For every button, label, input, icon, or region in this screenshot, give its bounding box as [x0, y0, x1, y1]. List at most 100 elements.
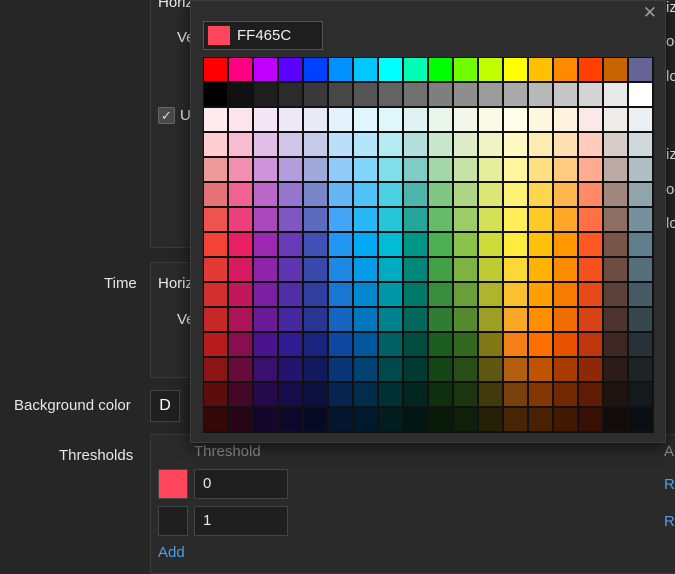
color-swatch[interactable] — [329, 58, 352, 81]
color-swatch[interactable] — [504, 408, 527, 431]
color-swatch[interactable] — [254, 58, 277, 81]
color-swatch[interactable] — [229, 83, 252, 106]
color-swatch[interactable] — [529, 208, 552, 231]
color-swatch[interactable] — [404, 383, 427, 406]
color-swatch[interactable] — [529, 258, 552, 281]
threshold-remove-link[interactable]: R — [664, 513, 675, 530]
color-swatch[interactable] — [379, 83, 402, 106]
color-swatch[interactable] — [454, 333, 477, 356]
color-swatch[interactable] — [354, 333, 377, 356]
color-swatch[interactable] — [329, 308, 352, 331]
color-swatch[interactable] — [579, 308, 602, 331]
color-swatch[interactable] — [504, 283, 527, 306]
color-swatch[interactable] — [229, 108, 252, 131]
color-swatch[interactable] — [379, 158, 402, 181]
color-swatch[interactable] — [254, 408, 277, 431]
threshold-color-swatch[interactable] — [158, 469, 188, 499]
color-swatch[interactable] — [329, 408, 352, 431]
color-swatch[interactable] — [354, 383, 377, 406]
color-swatch[interactable] — [279, 358, 302, 381]
color-swatch[interactable] — [554, 183, 577, 206]
color-swatch[interactable] — [404, 333, 427, 356]
color-swatch[interactable] — [229, 283, 252, 306]
color-swatch[interactable] — [629, 408, 652, 431]
color-swatch[interactable] — [479, 133, 502, 156]
color-swatch[interactable] — [379, 58, 402, 81]
color-swatch[interactable] — [204, 283, 227, 306]
color-swatch[interactable] — [479, 358, 502, 381]
color-swatch[interactable] — [604, 358, 627, 381]
color-swatch[interactable] — [279, 133, 302, 156]
color-swatch[interactable] — [454, 258, 477, 281]
color-swatch[interactable] — [254, 233, 277, 256]
color-swatch[interactable] — [454, 133, 477, 156]
color-swatch[interactable] — [204, 133, 227, 156]
color-swatch[interactable] — [554, 383, 577, 406]
color-swatch[interactable] — [379, 133, 402, 156]
color-swatch[interactable] — [504, 183, 527, 206]
color-swatch[interactable] — [279, 308, 302, 331]
color-swatch[interactable] — [329, 358, 352, 381]
threshold-color-swatch[interactable] — [158, 506, 188, 536]
color-swatch[interactable] — [404, 183, 427, 206]
color-swatch[interactable] — [279, 283, 302, 306]
color-swatch[interactable] — [504, 108, 527, 131]
color-swatch[interactable] — [554, 358, 577, 381]
color-swatch[interactable] — [379, 108, 402, 131]
color-swatch[interactable] — [229, 333, 252, 356]
color-swatch[interactable] — [229, 383, 252, 406]
color-swatch[interactable] — [279, 83, 302, 106]
color-swatch[interactable] — [629, 208, 652, 231]
color-swatch[interactable] — [254, 258, 277, 281]
color-swatch[interactable] — [429, 83, 452, 106]
color-swatch[interactable] — [554, 408, 577, 431]
color-swatch[interactable] — [504, 258, 527, 281]
color-swatch[interactable] — [204, 333, 227, 356]
color-swatch[interactable] — [379, 408, 402, 431]
hex-color-input[interactable]: FF465C — [203, 21, 323, 50]
color-swatch[interactable] — [629, 133, 652, 156]
color-swatch[interactable] — [529, 233, 552, 256]
color-swatch[interactable] — [629, 158, 652, 181]
color-swatch[interactable] — [554, 233, 577, 256]
color-swatch[interactable] — [629, 58, 652, 81]
color-swatch[interactable] — [304, 158, 327, 181]
color-swatch[interactable] — [554, 108, 577, 131]
color-swatch[interactable] — [429, 233, 452, 256]
color-swatch[interactable] — [454, 83, 477, 106]
color-swatch[interactable] — [629, 258, 652, 281]
color-swatch[interactable] — [604, 83, 627, 106]
color-swatch[interactable] — [229, 408, 252, 431]
color-swatch[interactable] — [229, 258, 252, 281]
color-swatch[interactable] — [429, 408, 452, 431]
color-swatch[interactable] — [329, 383, 352, 406]
color-swatch[interactable] — [454, 358, 477, 381]
color-swatch[interactable] — [529, 333, 552, 356]
color-swatch[interactable] — [379, 208, 402, 231]
color-swatch[interactable] — [304, 183, 327, 206]
color-swatch[interactable] — [354, 133, 377, 156]
color-swatch[interactable] — [529, 83, 552, 106]
color-swatch[interactable] — [329, 83, 352, 106]
color-swatch[interactable] — [304, 333, 327, 356]
color-swatch[interactable] — [554, 258, 577, 281]
color-swatch[interactable] — [604, 408, 627, 431]
color-swatch[interactable] — [304, 358, 327, 381]
color-swatch[interactable] — [379, 183, 402, 206]
color-swatch[interactable] — [479, 233, 502, 256]
color-swatch[interactable] — [504, 233, 527, 256]
color-swatch[interactable] — [579, 108, 602, 131]
color-swatch[interactable] — [454, 283, 477, 306]
color-swatch[interactable] — [254, 283, 277, 306]
threshold-remove-link[interactable]: R — [664, 476, 675, 493]
color-swatch[interactable] — [604, 333, 627, 356]
color-swatch[interactable] — [554, 83, 577, 106]
color-swatch[interactable] — [204, 183, 227, 206]
color-swatch[interactable] — [279, 58, 302, 81]
close-icon[interactable]: ✕ — [643, 3, 657, 23]
color-swatch[interactable] — [579, 258, 602, 281]
color-swatch[interactable] — [204, 108, 227, 131]
color-swatch[interactable] — [579, 133, 602, 156]
color-swatch[interactable] — [254, 133, 277, 156]
color-swatch[interactable] — [329, 208, 352, 231]
